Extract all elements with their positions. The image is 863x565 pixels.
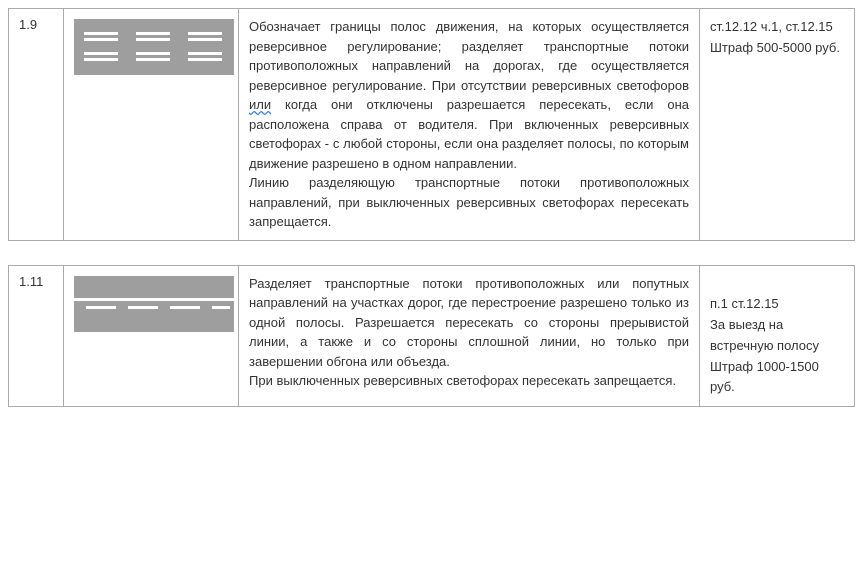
- underlined-word: или: [249, 97, 271, 112]
- desc-text: Линию разделяющую транспортные потоки пр…: [249, 175, 689, 229]
- road-marking-1-11-icon: [74, 276, 234, 332]
- penalty-fine: Штраф 500-5000 руб.: [710, 38, 844, 59]
- marking-description: Обозначает границы полос движения, на ко…: [239, 9, 700, 241]
- marking-number: 1.11: [9, 265, 64, 407]
- desc-text: При выключенных реверсивных светофорах п…: [249, 373, 676, 388]
- penalty-cell: п.1 ст.12.15 За выезд на встречную полос…: [700, 265, 855, 407]
- penalty-article: п.1 ст.12.15: [710, 294, 844, 315]
- road-marking-1-9-icon: [74, 19, 234, 75]
- penalty-article: ст.12.12 ч.1, ст.12.15: [710, 17, 844, 38]
- desc-text: когда они отключены разрешается пересека…: [249, 97, 689, 171]
- desc-text: Разделяет транспортные потоки противопол…: [249, 276, 689, 369]
- penalty-note: За выезд на встречную полосу: [710, 315, 844, 357]
- marking-image-cell: [64, 9, 239, 241]
- marking-image-cell: [64, 265, 239, 407]
- markings-table: 1.11 Разделяет транспортные потоки проти…: [8, 265, 855, 408]
- table-row: 1.9 Обозначает границы полос движения, н…: [9, 9, 855, 241]
- penalty-fine: Штраф 1000-1500 руб.: [710, 357, 844, 399]
- marking-description: Разделяет транспортные потоки противопол…: [239, 265, 700, 407]
- table-row: 1.11 Разделяет транспортные потоки проти…: [9, 265, 855, 407]
- penalty-cell: ст.12.12 ч.1, ст.12.15 Штраф 500-5000 ру…: [700, 9, 855, 241]
- desc-text: Обозначает границы полос движения, на ко…: [249, 19, 689, 93]
- marking-number: 1.9: [9, 9, 64, 241]
- markings-table: 1.9 Обозначает границы полос движения, н…: [8, 8, 855, 241]
